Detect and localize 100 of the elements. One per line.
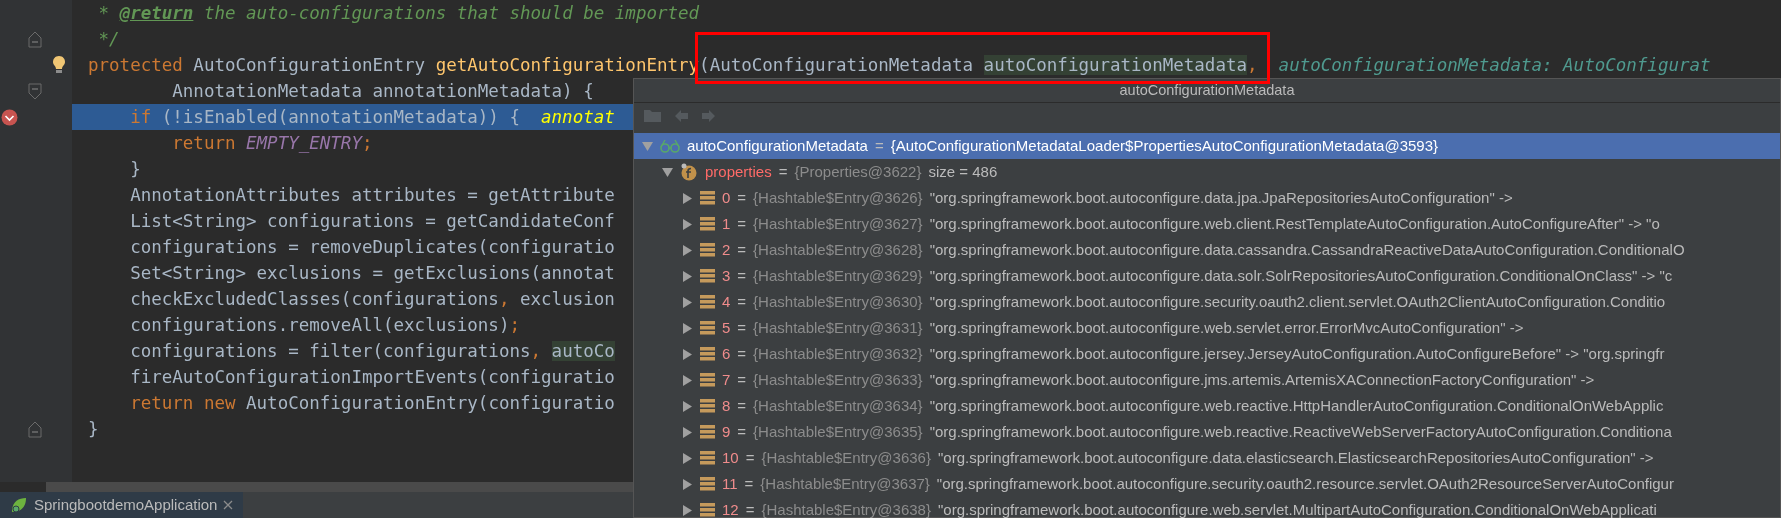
code-line: return new AutoConfigurationEntry(configuratio	[129, 392, 616, 415]
entry-icon	[700, 347, 715, 361]
leaf-icon	[10, 496, 28, 514]
tree-row[interactable]: 5 = {Hashtable$Entry@3631} "org.springframework.boot.autoconfigure.web.servlet.error.ErrorMvcAutoConfiguration" ->	[634, 315, 1780, 341]
expand-arrow-icon[interactable]	[682, 296, 693, 308]
code-line: * @return the auto-configurations that should be imported	[97, 2, 700, 25]
variable-value: "org.springframework.boot.autoconfigure.data.elasticsearch.ElasticsearchRepositoriesAutoConfiguration" ->	[937, 447, 1654, 468]
fold-icon[interactable]	[28, 421, 42, 438]
variable-name: 7	[722, 369, 731, 390]
run-tab[interactable]: SpringbootdemoApplication	[0, 492, 244, 518]
tree-row[interactable]: 0 = {Hashtable$Entry@3626} "org.springframework.boot.autoconfigure.data.jpa.JpaRepositoriesAutoConfiguration" ->	[634, 185, 1780, 211]
equals-sign: =	[874, 135, 884, 156]
code-line: Set<String> exclusions = getExclusions(annotat	[129, 262, 616, 285]
tree-row[interactable]: 11 = {Hashtable$Entry@3637} "org.springframework.boot.autoconfigure.security.oauth2.resource.servlet.OAuth2ResourceServerAutoConfigur	[634, 471, 1780, 497]
variable-type: {Hashtable$Entry@3634}	[753, 395, 923, 416]
variable-type: {Hashtable$Entry@3627}	[753, 213, 923, 234]
code-line: AnnotationMetadata annotationMetadata) {	[171, 80, 595, 103]
equals-sign: =	[737, 291, 747, 312]
equals-sign: =	[778, 161, 788, 182]
equals-sign: =	[745, 499, 755, 518]
expand-arrow-icon[interactable]	[682, 400, 693, 412]
variable-value: "org.springframework.boot.autoconfigure.data.solr.SolrRepositoriesAutoConfiguration.ConditionalOnClass" -> "c	[929, 265, 1673, 286]
expand-arrow-icon[interactable]	[682, 244, 693, 256]
variable-name: 11	[722, 473, 738, 494]
expand-arrow-icon[interactable]	[682, 218, 693, 230]
expand-arrow-icon[interactable]	[682, 504, 693, 516]
code-line: configurations.removeAll(exclusions);	[129, 314, 521, 337]
entry-icon	[700, 425, 715, 439]
tree-row[interactable]: properties = {Properties@3622} size = 486	[634, 159, 1780, 185]
variable-type: {Hashtable$Entry@3632}	[753, 343, 923, 364]
variable-name: 12	[722, 499, 739, 518]
code-line: configurations = filter(configurations, autoCo	[129, 340, 616, 363]
variable-name: 1	[722, 213, 731, 234]
variable-name: 10	[722, 447, 739, 468]
expand-arrow-icon[interactable]	[682, 426, 693, 438]
tree-row[interactable]: 1 = {Hashtable$Entry@3627} "org.springframework.boot.autoconfigure.web.client.RestTemplateAutoConfiguration.AutoConfigureAfter" -> "o	[634, 211, 1780, 237]
entry-icon	[700, 503, 715, 517]
tree-row[interactable]: autoConfigurationMetadata = {AutoConfigurationMetadataLoader$PropertiesAutoConfigurationMetadata@3593}	[634, 133, 1780, 159]
fold-icon[interactable]	[28, 83, 42, 100]
expand-arrow-icon[interactable]	[682, 192, 693, 204]
tree-row[interactable]: 3 = {Hashtable$Entry@3629} "org.springframework.boot.autoconfigure.data.solr.SolrRepositoriesAutoConfiguration.ConditionalOnClass" -> "c	[634, 263, 1780, 289]
variable-type: {Hashtable$Entry@3637}	[760, 473, 930, 494]
variable-value: "org.springframework.boot.autoconfigure.security.oauth2.client.servlet.OAuth2ClientAutoConfiguration.Conditio	[929, 291, 1666, 312]
expand-arrow-icon[interactable]	[682, 374, 693, 386]
code-line: AnnotationAttributes attributes = getAttribute	[129, 184, 616, 207]
tree-row[interactable]: 7 = {Hashtable$Entry@3633} "org.springframework.boot.autoconfigure.jms.artemis.ArtemisXAConnectionFactoryConfiguration" ->	[634, 367, 1780, 393]
variable-type: {AutoConfigurationMetadataLoader$PropertiesAutoConfigurationMetadata@3593}	[890, 135, 1438, 156]
equals-sign: =	[737, 265, 747, 286]
tree-row[interactable]: 9 = {Hashtable$Entry@3635} "org.springframework.boot.autoconfigure.web.reactive.ReactiveWebServerFactoryAutoConfiguration.Conditiona	[634, 419, 1780, 445]
variable-type: {Hashtable$Entry@3635}	[753, 421, 923, 442]
code-line: return EMPTY_ENTRY;	[171, 132, 374, 155]
entry-icon	[700, 243, 715, 257]
equals-sign: =	[737, 395, 747, 416]
variable-type: {Hashtable$Entry@3626}	[753, 187, 923, 208]
variable-value: "org.springframework.boot.autoconfigure.security.oauth2.resource.servlet.OAuth2ResourceServerAutoConfigur	[936, 473, 1674, 494]
variable-value: "org.springframework.boot.autoconfigure.web.client.RestTemplateAutoConfiguration.AutoConfigureAfter" -> "o	[929, 213, 1660, 234]
variable-name: 5	[722, 317, 731, 338]
expand-arrow-icon[interactable]	[682, 348, 693, 360]
variable-value: "org.springframework.boot.autoconfigure.jersey.JerseyAutoConfiguration.AutoConfigureBefore" -> "org.springfr	[929, 343, 1665, 364]
entry-icon	[700, 269, 715, 283]
tree-row[interactable]: 10 = {Hashtable$Entry@3636} "org.springframework.boot.autoconfigure.data.elasticsearch.ElasticsearchRepositoriesAutoConfiguration" ->	[634, 445, 1780, 471]
variable-value: "org.springframework.boot.autoconfigure.web.servlet.error.ErrorMvcAutoConfiguration" ->	[929, 317, 1524, 338]
equals-sign: =	[737, 187, 747, 208]
variable-value: "org.springframework.boot.autoconfigure.web.reactive.ReactiveWebServerFactoryAutoConfiguration.Conditiona	[929, 421, 1672, 442]
lightbulb-icon[interactable]	[52, 55, 66, 75]
entry-icon	[700, 321, 715, 335]
code-line: }	[129, 158, 142, 181]
code-line: configurations = removeDuplicates(configuratio	[129, 236, 616, 259]
variable-name: 3	[722, 265, 731, 286]
code-line: checkExcludedClasses(configurations, exclusion	[129, 288, 616, 311]
tree-row[interactable]: 6 = {Hashtable$Entry@3632} "org.springframework.boot.autoconfigure.jersey.JerseyAutoConfiguration.AutoConfigureBefore" -> "org.springfr	[634, 341, 1780, 367]
variable-value: "org.springframework.boot.autoconfigure.data.cassandra.CassandraReactiveDataAutoConfiguration.ConditionalO	[929, 239, 1685, 260]
entry-icon	[700, 399, 715, 413]
expand-arrow-icon[interactable]	[682, 322, 693, 334]
entry-icon	[700, 373, 715, 387]
close-icon[interactable]	[223, 500, 234, 510]
expand-arrow-icon[interactable]	[682, 270, 693, 282]
fold-icon[interactable]	[28, 31, 42, 48]
variable-type: {Hashtable$Entry@3628}	[753, 239, 923, 260]
expand-arrow-icon[interactable]	[682, 478, 693, 490]
tree-row[interactable]: 12 = {Hashtable$Entry@3638} "org.springframework.boot.autoconfigure.web.servlet.MultipartAutoConfiguration.ConditionalOnWebApplicati	[634, 497, 1780, 518]
tree-row[interactable]: 8 = {Hashtable$Entry@3634} "org.springframework.boot.autoconfigure.web.reactive.HttpHandlerAutoConfiguration.ConditionalOnWebApplic	[634, 393, 1780, 419]
equals-sign: =	[737, 343, 747, 364]
code-line: fireAutoConfigurationImportEvents(configuratio	[129, 366, 616, 389]
collapse-arrow-icon[interactable]	[662, 166, 673, 178]
expand-arrow-icon[interactable]	[682, 452, 693, 464]
horizontal-scrollbar[interactable]	[46, 482, 636, 492]
entry-icon	[700, 477, 715, 491]
variable-value: size = 486	[928, 161, 998, 182]
variable-name: autoConfigurationMetadata	[687, 135, 868, 156]
equals-sign: =	[737, 421, 747, 442]
equals-sign: =	[744, 473, 754, 494]
breakpoint-icon[interactable]	[1, 109, 18, 126]
variable-value: "org.springframework.boot.autoconfigure.web.servlet.MultipartAutoConfiguration.ConditionalOnWebApplicati	[937, 499, 1657, 518]
variable-name: 4	[722, 291, 731, 312]
variable-value: "org.springframework.boot.autoconfigure.web.reactive.HttpHandlerAutoConfiguration.ConditionalOnWebApplic	[929, 395, 1664, 416]
entry-icon	[700, 451, 715, 465]
tree-row[interactable]: 2 = {Hashtable$Entry@3628} "org.springframework.boot.autoconfigure.data.cassandra.CassandraReactiveDataAutoConfiguration.ConditionalO	[634, 237, 1780, 263]
variable-type: {Properties@3622}	[794, 161, 922, 182]
tree-row[interactable]: 4 = {Hashtable$Entry@3630} "org.springframework.boot.autoconfigure.security.oauth2.client.servlet.OAuth2ClientAutoConfiguration.Conditio	[634, 289, 1780, 315]
